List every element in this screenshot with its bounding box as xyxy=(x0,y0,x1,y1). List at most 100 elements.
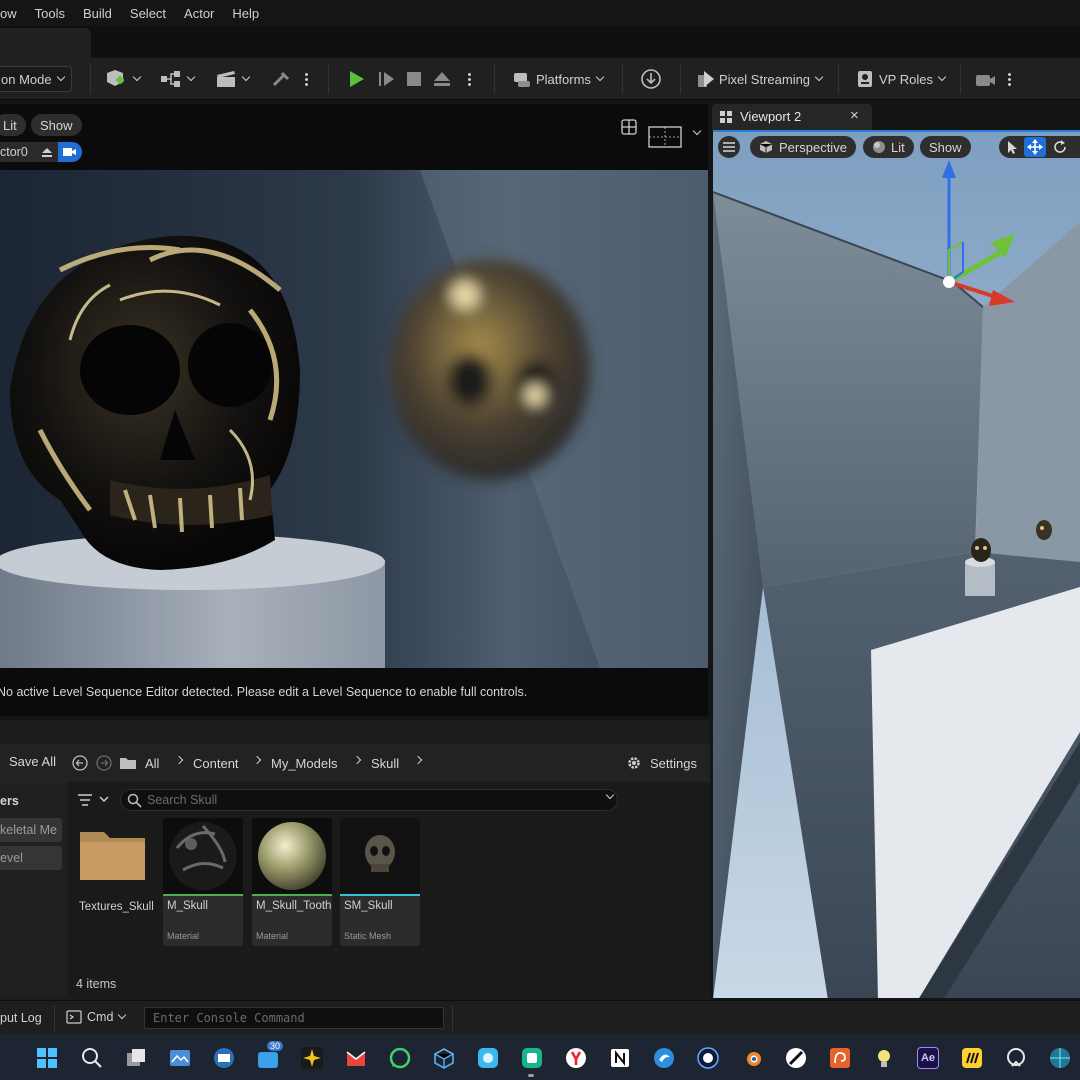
chevron-right-icon xyxy=(174,755,184,765)
globe-app-icon[interactable] xyxy=(1049,1047,1071,1069)
filter-level[interactable]: evel xyxy=(0,846,62,870)
asset-sm-skull[interactable]: SM_Skull Static Mesh xyxy=(340,818,420,946)
source-control-button[interactable] xyxy=(640,66,662,92)
houdini-icon[interactable] xyxy=(829,1047,851,1069)
asset-m-skull[interactable]: M_Skull Material xyxy=(163,818,243,946)
perspective-button[interactable]: Perspective xyxy=(750,136,856,158)
photos-app-icon[interactable] xyxy=(477,1047,499,1069)
forward-arrow-icon[interactable] xyxy=(96,755,112,771)
stop-button[interactable] xyxy=(404,66,424,92)
add-actor-button[interactable] xyxy=(104,66,142,92)
search-icon[interactable] xyxy=(81,1047,103,1069)
mode-selector[interactable]: on Mode xyxy=(0,66,72,92)
mode-label: on Mode xyxy=(1,71,52,87)
menu-help[interactable]: Help xyxy=(223,6,268,21)
lit-button[interactable]: Lit xyxy=(0,114,26,136)
viewport2-lit-button[interactable]: Lit xyxy=(863,136,914,158)
breadcrumb-content[interactable]: Content xyxy=(193,756,239,771)
yandex-browser-icon[interactable] xyxy=(565,1047,587,1069)
toolbar-more-button[interactable] xyxy=(1008,66,1011,92)
vectorworks-icon[interactable] xyxy=(785,1047,807,1069)
play-options-button[interactable] xyxy=(468,66,471,92)
viewport2-title: Viewport 2 xyxy=(740,109,802,124)
viewport-icon xyxy=(720,111,732,123)
clapperboard-icon xyxy=(217,71,235,87)
whatsapp-icon[interactable] xyxy=(389,1047,411,1069)
vp-roles-button[interactable]: VP Roles xyxy=(856,66,947,92)
show-button[interactable]: Show xyxy=(31,114,82,136)
blender-icon[interactable] xyxy=(741,1047,763,1069)
mail-app-icon[interactable] xyxy=(213,1047,235,1069)
stop-icon xyxy=(407,72,421,86)
windows-start-icon[interactable] xyxy=(36,1047,58,1069)
advance-frame-button[interactable] xyxy=(376,66,396,92)
play-button[interactable] xyxy=(346,66,366,92)
menu-actor[interactable]: Actor xyxy=(175,6,223,21)
asset-type: Material xyxy=(167,931,200,941)
cmd-selector[interactable]: Cmd xyxy=(66,1010,127,1024)
gear-icon[interactable] xyxy=(626,755,642,771)
asset-name: Textures_Skull xyxy=(79,901,154,913)
breadcrumb-my-models[interactable]: My_Models xyxy=(271,756,337,771)
back-arrow-icon[interactable] xyxy=(72,755,88,771)
chevron-down-icon[interactable] xyxy=(692,126,702,136)
filter-skeletal-mesh[interactable]: keletal Me xyxy=(0,818,62,842)
eject-camera-button[interactable] xyxy=(36,142,58,162)
folder-icon[interactable] xyxy=(119,756,137,770)
platforms-button[interactable]: Platforms xyxy=(512,66,605,92)
modeling-tools-button[interactable] xyxy=(270,66,292,92)
viewport2-tab[interactable]: Viewport 2 × xyxy=(712,104,872,130)
ghost-app-icon[interactable] xyxy=(1005,1047,1027,1069)
breadcrumb-all[interactable]: All xyxy=(145,756,159,771)
cinema4d-icon[interactable] xyxy=(697,1047,719,1069)
toolbar-options-button[interactable] xyxy=(305,66,308,92)
filter-icon[interactable] xyxy=(78,792,110,808)
blueprints-button[interactable] xyxy=(160,66,196,92)
status-bar: put Log Cmd Enter Console Command xyxy=(0,1000,1080,1034)
breadcrumb-skull[interactable]: Skull xyxy=(371,756,399,771)
notion-icon[interactable] xyxy=(609,1047,631,1069)
settings-label[interactable]: Settings xyxy=(650,756,697,771)
level-tab[interactable] xyxy=(0,28,91,58)
output-log-button[interactable]: put Log xyxy=(0,1011,42,1025)
eject-button[interactable] xyxy=(432,66,452,92)
store-app-icon[interactable]: 30 xyxy=(257,1041,284,1072)
viewport2-show-button[interactable]: Show xyxy=(920,136,971,158)
translate-tool-button[interactable] xyxy=(1024,137,1046,157)
aspect-ratio-icon[interactable] xyxy=(648,126,682,148)
console-input[interactable]: Enter Console Command xyxy=(144,1007,444,1029)
chat-app-icon[interactable] xyxy=(521,1047,543,1069)
select-arrow-icon[interactable] xyxy=(1005,140,1019,154)
grid-layout-icon[interactable] xyxy=(620,118,638,136)
rotate-icon[interactable] xyxy=(1053,140,1068,155)
lightbulb-app-icon[interactable] xyxy=(873,1047,895,1069)
pixel-streaming-button[interactable]: Pixel Streaming xyxy=(696,66,824,92)
menu-build[interactable]: Build xyxy=(74,6,121,21)
asset-textures-skull[interactable] xyxy=(78,826,148,882)
main-toolbar: on Mode Platforms Pixel Streaming VP Rol… xyxy=(0,58,1080,100)
save-all-button[interactable]: Save All xyxy=(0,754,56,769)
chevron-right-icon xyxy=(252,755,262,765)
after-effects-icon[interactable]: Ae xyxy=(917,1047,939,1069)
close-tab-icon[interactable]: × xyxy=(850,107,859,124)
cine-viewport-render[interactable] xyxy=(0,170,708,668)
cube-app-icon[interactable] xyxy=(433,1047,455,1069)
widgets-icon[interactable] xyxy=(169,1047,191,1069)
gmail-icon[interactable] xyxy=(345,1047,367,1069)
viewport-menu-button[interactable] xyxy=(718,136,740,158)
menu-select[interactable]: Select xyxy=(121,6,175,21)
pilot-camera-button[interactable] xyxy=(58,142,82,162)
chevron-right-icon[interactable] xyxy=(413,755,423,765)
asset-m-skull-tooth[interactable]: M_Skull_Tooth Material xyxy=(252,818,332,946)
spark-app-icon[interactable] xyxy=(301,1047,323,1069)
search-input[interactable]: Search Skull xyxy=(120,789,618,811)
task-view-icon[interactable] xyxy=(125,1047,147,1069)
perspective-viewport[interactable]: Perspective Lit Show xyxy=(713,130,1080,998)
miro-icon[interactable] xyxy=(961,1047,983,1069)
menu-tools[interactable]: Tools xyxy=(26,6,74,21)
menu-window[interactable]: ow xyxy=(0,6,26,21)
camera-actor-field[interactable]: ctor0 xyxy=(0,142,36,162)
virtual-camera-button[interactable] xyxy=(974,66,996,92)
cinematics-button[interactable] xyxy=(215,66,251,92)
edge-browser-icon[interactable] xyxy=(653,1047,675,1069)
